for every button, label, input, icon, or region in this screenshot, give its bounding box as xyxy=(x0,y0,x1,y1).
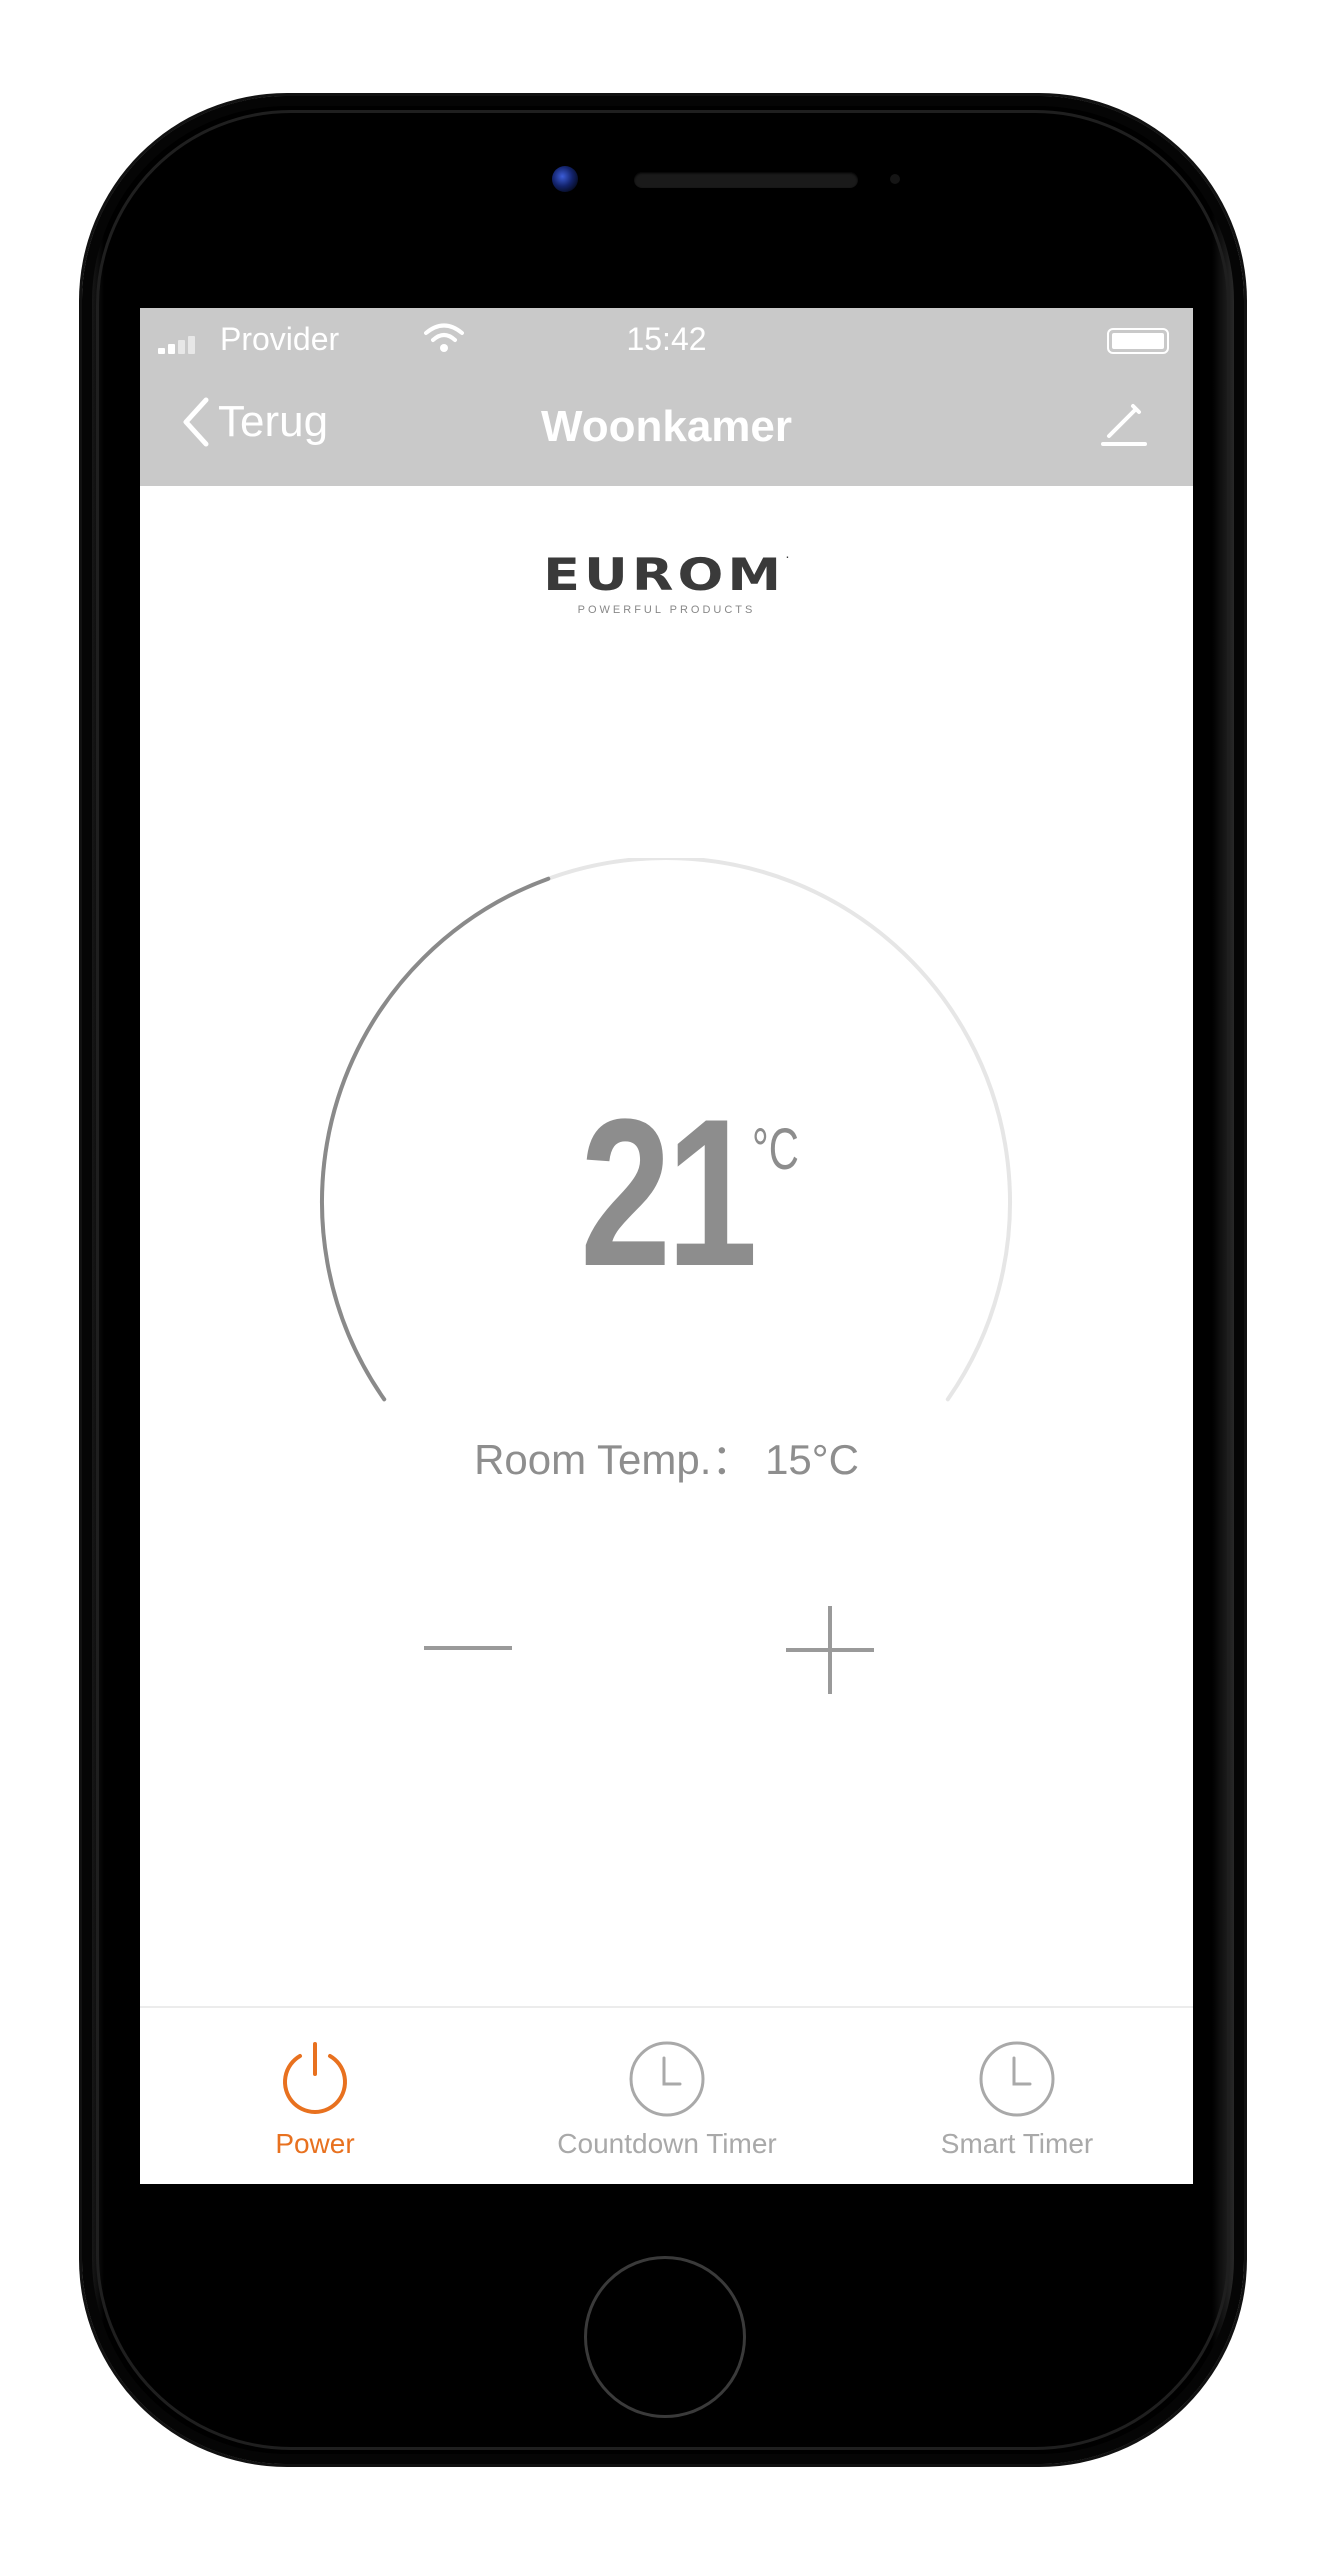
tab-smart-label: Smart Timer xyxy=(940,2128,1094,2159)
front-camera xyxy=(552,166,578,192)
app-screen: Provider 15:42 Terug Woonkamer EUROM· PO… xyxy=(140,308,1193,2184)
set-temperature: 21 xyxy=(580,1075,758,1310)
bottom-tab-bar: Power Countdown Timer Smart Timer xyxy=(140,2006,1193,2184)
tab-power[interactable]: Power xyxy=(165,2038,465,2160)
logo-text: EUROM xyxy=(543,548,786,601)
logo-tagline: POWERFUL PRODUCTS xyxy=(577,604,756,616)
tab-power-label: Power xyxy=(275,2128,355,2159)
status-time: 15:42 xyxy=(626,321,707,357)
pencil-icon[interactable] xyxy=(1095,394,1153,452)
clock-icon xyxy=(979,2041,1055,2117)
home-button[interactable] xyxy=(584,2256,746,2418)
page-title: Woonkamer xyxy=(540,402,793,451)
battery-icon xyxy=(1107,328,1169,354)
earpiece-speaker xyxy=(634,172,858,188)
proximity-sensor xyxy=(890,174,900,184)
tab-countdown-timer[interactable]: Countdown Timer xyxy=(517,2038,817,2160)
tab-countdown-label: Countdown Timer xyxy=(557,2128,777,2159)
minus-icon[interactable] xyxy=(420,1608,516,1688)
plus-icon[interactable] xyxy=(782,1602,878,1698)
room-temperature: Room Temp.： 15°C xyxy=(474,1436,859,1483)
tab-smart-timer[interactable]: Smart Timer xyxy=(867,2038,1167,2160)
clock-icon xyxy=(629,2041,705,2117)
brand-logo: EUROM· POWERFUL PRODUCTS xyxy=(140,548,1193,616)
status-bar: Provider 15:42 xyxy=(140,308,1193,374)
power-icon xyxy=(283,2042,347,2114)
temperature-unit: °C xyxy=(752,1117,799,1182)
status-clock-wrap: 15:42 xyxy=(140,321,1193,358)
navigation-bar: Terug Woonkamer xyxy=(140,374,1193,486)
